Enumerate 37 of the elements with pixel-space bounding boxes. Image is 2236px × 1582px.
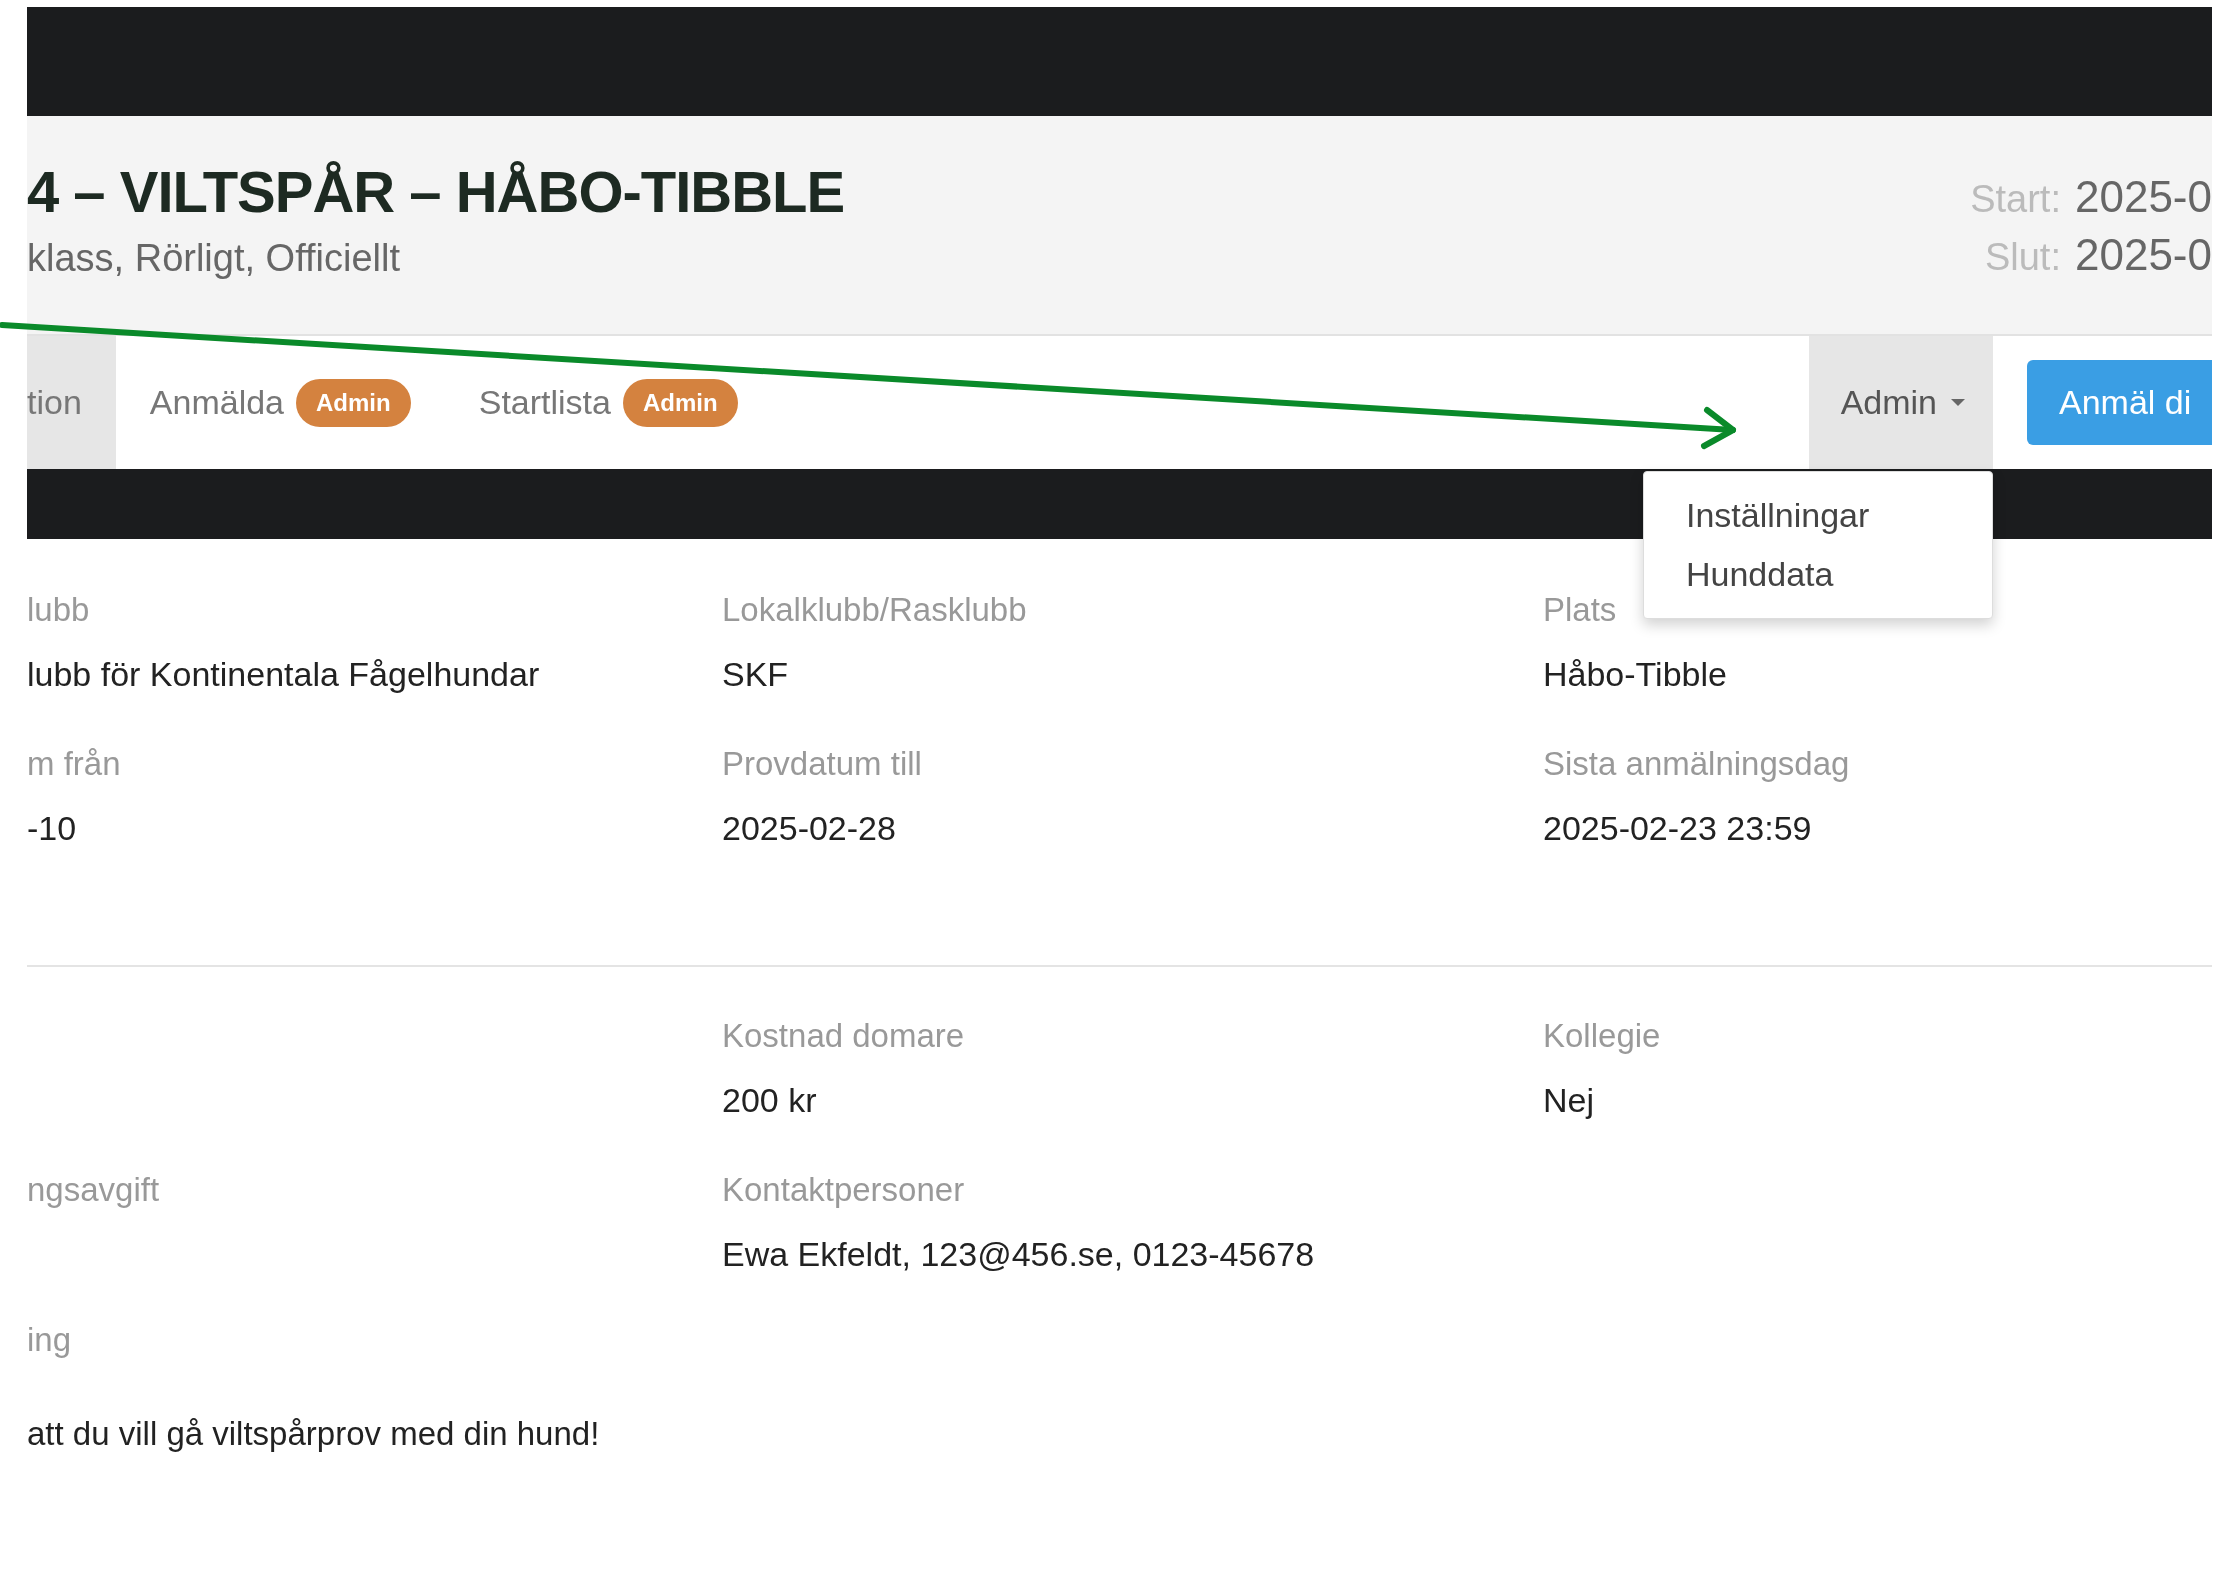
field-value: -10 [27,809,78,848]
nav-tab[interactable]: Anmälda Admin [115,336,445,469]
date-value: 2025-0 [2075,172,2212,222]
field-label: Kollegie [1543,1017,1662,1055]
field-label: Kostnad domare [722,1017,966,1055]
field-label: m från [27,745,122,783]
field-label: Kontaktpersoner [722,1171,966,1209]
field-label: Lokalklubb/Rasklubb [722,591,1028,629]
description-text: att du vill gå viltspårprov med din hund! [27,1415,601,1453]
field-value: lubb för Kontinentala Fågelhundar [27,655,541,694]
field-label: Provdatum till [722,745,923,783]
field-value: 200 kr [722,1081,818,1120]
menu-item[interactable]: Hunddata [1644,545,1992,604]
admin-badge: Admin [622,378,738,427]
nav-tab[interactable]: tion [27,336,116,469]
field-label: lubb [27,591,91,629]
field-value: Nej [1543,1081,1596,1120]
field-value: SKF [722,655,790,694]
admin-badge: Admin [296,378,411,427]
date-label: Start: [1970,178,2061,221]
date-label: Slut: [1984,236,2061,279]
menu-item[interactable]: Inställningar [1644,486,1992,545]
page-title: 4 – VILTSPÅR – HÅBO-TIBBLE [27,158,845,225]
field-label: Sista anmälningsdag [1543,745,1851,783]
field-value: 2025-02-23 23:59 [1543,809,1813,848]
section-label: ing [27,1321,73,1359]
date-value: 2025-0 [2075,230,2212,280]
field-value: 2025-02-28 [722,809,897,848]
field-label: Plats [1543,591,1618,629]
page-subtitle: klass, Rörligt, Officiellt [27,237,402,280]
field-value: Ewa Ekfeldt, 123@456.se, 0123-45678 [722,1235,1316,1274]
admin-dropdown[interactable]: Admin [1808,336,1993,469]
field-value: Håbo-Tibble [1543,655,1728,694]
field-label: ngsavgift [27,1171,161,1209]
signup-button[interactable]: Anmäl di [2027,360,2212,445]
caret-icon [1951,398,1965,407]
nav-tab[interactable]: Startlista Admin [444,336,772,469]
